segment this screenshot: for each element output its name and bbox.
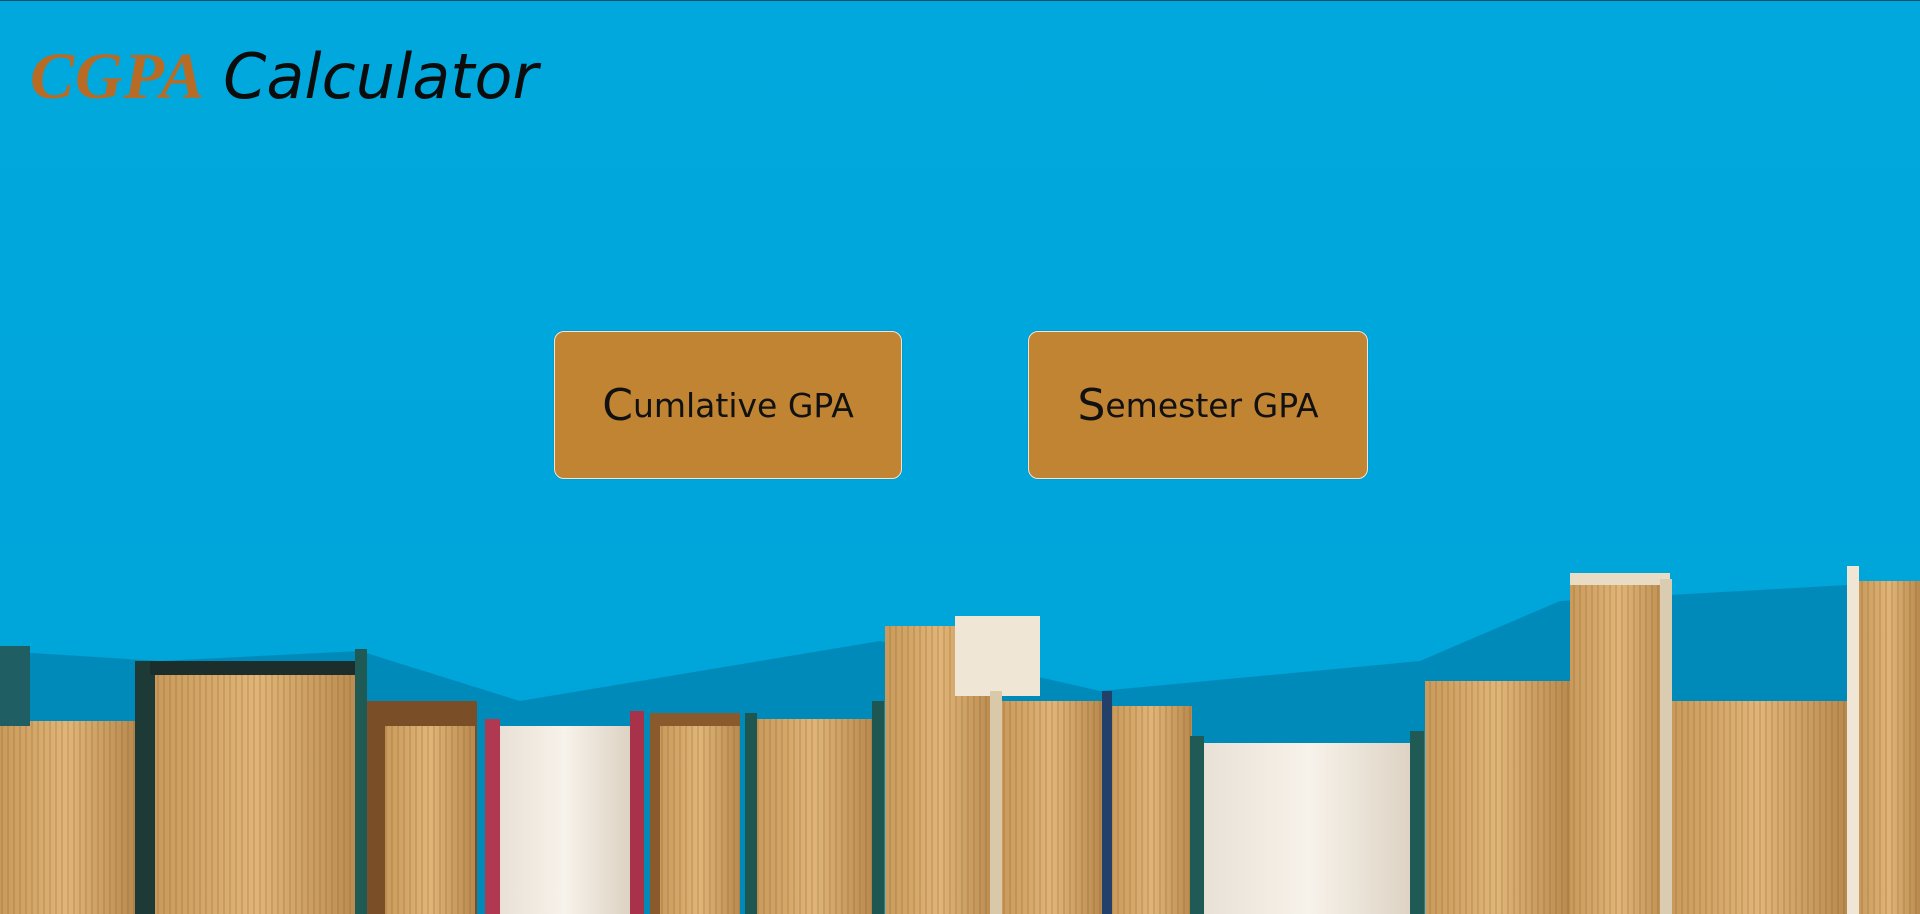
cumulative-gpa-button[interactable]: Cumlative GPA — [554, 331, 902, 479]
cumulative-gpa-label-rest: umlative GPA — [632, 385, 854, 425]
semester-gpa-button[interactable]: Semester GPA — [1028, 331, 1368, 479]
title-accent: CGPA — [30, 40, 206, 113]
title-main: Calculator — [223, 40, 538, 113]
semester-gpa-label-first: S — [1077, 379, 1106, 431]
semester-gpa-label-rest: emester GPA — [1105, 385, 1319, 425]
page: CGPA Calculator Cumlative GPA Semester GP… — [0, 0, 1920, 914]
books-background-image — [0, 566, 1920, 914]
app-header: CGPA Calculator — [30, 39, 538, 115]
cumulative-gpa-label-first: C — [602, 379, 633, 431]
